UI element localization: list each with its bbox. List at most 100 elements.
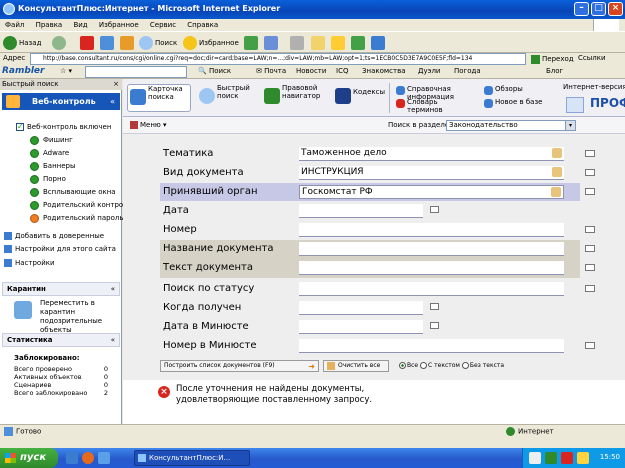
filter-item[interactable]: Фишинг <box>30 135 73 146</box>
tab-quick-search[interactable]: Быстрый поиск <box>197 84 255 112</box>
collapse-chevron-icon[interactable]: « <box>110 93 115 110</box>
dictionary-icon[interactable] <box>585 264 595 271</box>
rambler-icq-button[interactable]: ICQ <box>336 67 348 75</box>
address-input[interactable]: http://base.consultant.ru/cons/cgi/onlin… <box>30 53 526 65</box>
rambler-mail-button[interactable]: ✉ Почта <box>256 67 286 75</box>
collapse-chevron-icon[interactable]: « <box>111 334 115 346</box>
doc-text-field[interactable] <box>299 261 564 275</box>
filter-item[interactable]: Родительский контроль <box>30 200 132 211</box>
rambler-star-icon[interactable]: ☆ ▾ <box>60 67 72 75</box>
edit-pencil-icon[interactable] <box>552 148 562 158</box>
stats-section-header[interactable]: Статистика « <box>2 333 120 347</box>
build-list-button[interactable]: Построить список документов (F9) ➜ <box>160 360 319 372</box>
clear-all-button[interactable]: Очистить все <box>323 360 389 372</box>
tab-internet-version[interactable]: Интернет-версия <box>563 83 625 91</box>
menu-file[interactable]: Файл <box>5 21 24 29</box>
trusted-link[interactable]: Добавить в доверенные <box>4 231 104 242</box>
tray-icon[interactable] <box>545 452 557 464</box>
edit-pencil-icon[interactable] <box>551 187 561 197</box>
dictionary-icon[interactable] <box>585 150 595 157</box>
start-button[interactable]: пуск <box>0 448 58 468</box>
rambler-weather-button[interactable]: Погода <box>454 67 481 75</box>
minjust-date-field[interactable] <box>299 320 423 334</box>
dictionary-icon[interactable] <box>585 342 595 349</box>
topic-field[interactable]: Таможенное дело <box>299 147 564 161</box>
collapse-chevron-icon[interactable]: « <box>111 283 115 295</box>
rambler-search-button[interactable]: 🔍 Поиск <box>198 67 231 75</box>
research-button[interactable] <box>371 35 387 51</box>
rambler-news-button[interactable]: Новости <box>296 67 326 75</box>
filter-item[interactable]: Порно <box>30 174 66 185</box>
menu-favorites[interactable]: Избранное <box>99 21 139 29</box>
quick-launch-ie-icon[interactable] <box>66 452 78 464</box>
radio-all[interactable]: Все <box>399 362 418 369</box>
settings-link[interactable]: Настройки <box>4 258 55 269</box>
quarantine-section-header[interactable]: Карантин « <box>2 282 120 296</box>
quick-launch-desktop-icon[interactable] <box>98 452 110 464</box>
edit-button[interactable] <box>311 35 327 51</box>
web-control-section-header[interactable]: Веб-контроль « <box>2 93 120 110</box>
dictionary-icon[interactable] <box>585 226 595 233</box>
forward-button[interactable] <box>52 35 68 51</box>
radio-with-text-circle[interactable] <box>420 362 428 369</box>
calendar-icon[interactable] <box>430 206 439 213</box>
tab-glossary[interactable]: Словарь терминов <box>395 98 473 114</box>
quick-launch-firefox-icon[interactable] <box>82 452 94 464</box>
home-button[interactable] <box>120 35 136 51</box>
tray-icon[interactable] <box>529 452 541 464</box>
tab-legal-navigator[interactable]: Правовой навигатор <box>262 84 330 112</box>
tab-search-card[interactable]: Карточка поиска <box>127 84 191 112</box>
close-button[interactable]: × <box>608 2 623 16</box>
tab-reference-info[interactable]: Справочная информация <box>395 85 473 101</box>
dictionary-icon[interactable] <box>585 169 595 176</box>
refresh-button[interactable] <box>100 35 116 51</box>
mail-button[interactable] <box>264 35 280 51</box>
chevron-down-icon[interactable]: ▾ <box>565 121 575 130</box>
dictionary-icon[interactable] <box>585 285 595 292</box>
messenger-button[interactable] <box>351 35 367 51</box>
menu-tools[interactable]: Сервис <box>150 21 176 29</box>
filter-item[interactable]: Баннеры <box>30 161 76 172</box>
links-button[interactable]: Ссылки <box>578 54 606 62</box>
web-control-checkbox-row[interactable]: Веб-контроль включен <box>16 121 111 133</box>
radio-with-text[interactable]: С текстом <box>420 362 460 369</box>
rambler-duels-button[interactable]: Дуэли <box>418 67 440 75</box>
web-control-checkbox[interactable] <box>16 121 24 132</box>
dictionary-icon[interactable] <box>585 245 595 252</box>
minjust-number-field[interactable] <box>299 339 564 353</box>
calendar-icon[interactable] <box>430 322 439 329</box>
issuing-authority-field[interactable]: Госкомстат РФ <box>299 185 564 199</box>
number-field[interactable] <box>299 223 564 237</box>
rambler-search-input[interactable] <box>85 66 187 78</box>
minimize-button[interactable]: – <box>574 2 589 16</box>
radio-without-text[interactable]: Без текста <box>461 362 504 369</box>
tab-reviews[interactable]: Обзоры <box>483 85 547 96</box>
rambler-blog-button[interactable]: Блог <box>546 67 563 75</box>
received-field[interactable] <box>299 301 423 315</box>
search-button[interactable]: Поиск <box>139 35 177 51</box>
quarantine-link[interactable]: Переместить в карантин подозрительные об… <box>40 299 116 335</box>
status-field[interactable] <box>299 282 564 296</box>
date-field[interactable] <box>299 204 423 218</box>
edit-pencil-icon[interactable] <box>552 167 562 177</box>
filter-item[interactable]: Всплывающие окна <box>30 187 116 198</box>
radio-all-circle[interactable] <box>399 362 406 369</box>
discuss-button[interactable] <box>331 35 347 51</box>
section-select[interactable]: Законодательство ▾ <box>446 120 576 131</box>
tray-icon[interactable] <box>561 452 573 464</box>
dictionary-icon[interactable] <box>585 188 595 195</box>
menu-dropdown[interactable]: Меню ▾ <box>130 121 167 129</box>
filter-item[interactable]: Родительский пароль <box>30 213 123 224</box>
doc-title-field[interactable] <box>299 242 564 256</box>
menu-help[interactable]: Справка <box>187 21 218 29</box>
side-panel-close-icon[interactable]: × <box>113 79 119 90</box>
menu-edit[interactable]: Правка <box>36 21 63 29</box>
go-button[interactable]: Переход <box>531 53 574 65</box>
calendar-icon[interactable] <box>430 303 439 310</box>
tray-icon[interactable] <box>577 452 589 464</box>
history-button[interactable] <box>244 35 260 51</box>
stop-button[interactable] <box>80 35 96 51</box>
print-button[interactable] <box>290 35 306 51</box>
tab-new-in-base[interactable]: Новое в базе <box>483 98 547 109</box>
menu-view[interactable]: Вид <box>73 21 87 29</box>
